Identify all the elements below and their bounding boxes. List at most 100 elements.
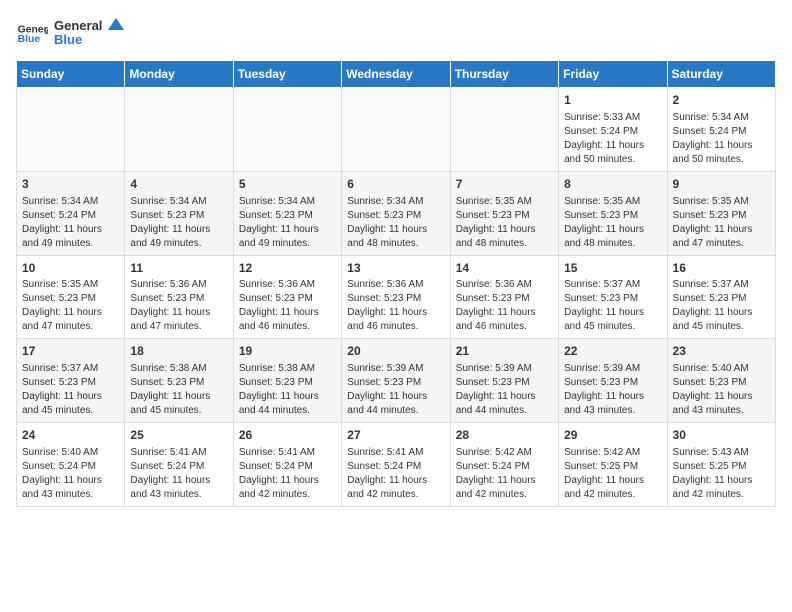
day-content: Sunrise: 5:37 AM Sunset: 5:23 PM Dayligh…	[564, 278, 661, 334]
logo: General Blue General Blue	[16, 16, 124, 52]
calendar-cell: 26 Sunrise: 5:41 AM Sunset: 5:24 PM Dayli…	[233, 423, 341, 507]
day-number: 7	[456, 176, 553, 193]
day-number: 24	[22, 427, 119, 444]
day-content: Sunrise: 5:35 AM Sunset: 5:23 PM Dayligh…	[456, 195, 553, 251]
weekday-header-monday: Monday	[125, 61, 233, 88]
day-number: 25	[130, 427, 227, 444]
day-number: 17	[22, 343, 119, 360]
calendar-cell: 21 Sunrise: 5:39 AM Sunset: 5:23 PM Dayli…	[450, 339, 558, 423]
day-number: 29	[564, 427, 661, 444]
day-number: 15	[564, 260, 661, 277]
day-number: 19	[239, 343, 336, 360]
calendar-cell: 7 Sunrise: 5:35 AM Sunset: 5:23 PM Daylig…	[450, 171, 558, 255]
calendar-cell: 19 Sunrise: 5:38 AM Sunset: 5:23 PM Dayli…	[233, 339, 341, 423]
weekday-header-friday: Friday	[559, 61, 667, 88]
day-content: Sunrise: 5:43 AM Sunset: 5:25 PM Dayligh…	[673, 446, 770, 502]
calendar-cell: 25 Sunrise: 5:41 AM Sunset: 5:24 PM Dayli…	[125, 423, 233, 507]
calendar-week-row: 24 Sunrise: 5:40 AM Sunset: 5:24 PM Dayli…	[17, 423, 776, 507]
logo-icon: General Blue	[16, 18, 48, 50]
day-number: 23	[673, 343, 770, 360]
day-content: Sunrise: 5:34 AM Sunset: 5:24 PM Dayligh…	[673, 111, 770, 167]
day-content: Sunrise: 5:36 AM Sunset: 5:23 PM Dayligh…	[130, 278, 227, 334]
day-content: Sunrise: 5:36 AM Sunset: 5:23 PM Dayligh…	[456, 278, 553, 334]
day-number: 30	[673, 427, 770, 444]
calendar-week-row: 17 Sunrise: 5:37 AM Sunset: 5:23 PM Dayli…	[17, 339, 776, 423]
day-number: 18	[130, 343, 227, 360]
day-content: Sunrise: 5:35 AM Sunset: 5:23 PM Dayligh…	[22, 278, 119, 334]
day-content: Sunrise: 5:39 AM Sunset: 5:23 PM Dayligh…	[347, 362, 444, 418]
day-content: Sunrise: 5:39 AM Sunset: 5:23 PM Dayligh…	[564, 362, 661, 418]
day-content: Sunrise: 5:34 AM Sunset: 5:24 PM Dayligh…	[22, 195, 119, 251]
day-number: 1	[564, 92, 661, 109]
calendar-cell: 13Sunrise: 5:36 AM Sunset: 5:23 PM Dayli…	[342, 255, 450, 339]
day-content: Sunrise: 5:37 AM Sunset: 5:23 PM Dayligh…	[22, 362, 119, 418]
calendar-cell: 1 Sunrise: 5:33 AM Sunset: 5:24 PM Daylig…	[559, 88, 667, 172]
day-number: 9	[673, 176, 770, 193]
weekday-header-thursday: Thursday	[450, 61, 558, 88]
weekday-header-wednesday: Wednesday	[342, 61, 450, 88]
svg-text:Blue: Blue	[54, 32, 82, 47]
calendar-cell: 2 Sunrise: 5:34 AM Sunset: 5:24 PM Daylig…	[667, 88, 775, 172]
day-content: Sunrise: 5:33 AM Sunset: 5:24 PM Dayligh…	[564, 111, 661, 167]
calendar-cell: 23Sunrise: 5:40 AM Sunset: 5:23 PM Dayli…	[667, 339, 775, 423]
day-number: 4	[130, 176, 227, 193]
day-content: Sunrise: 5:41 AM Sunset: 5:24 PM Dayligh…	[347, 446, 444, 502]
calendar-cell: 30 Sunrise: 5:43 AM Sunset: 5:25 PM Dayli…	[667, 423, 775, 507]
day-number: 8	[564, 176, 661, 193]
day-number: 21	[456, 343, 553, 360]
day-content: Sunrise: 5:41 AM Sunset: 5:24 PM Dayligh…	[130, 446, 227, 502]
day-number: 12	[239, 260, 336, 277]
day-number: 6	[347, 176, 444, 193]
svg-text:Blue: Blue	[18, 34, 41, 45]
day-content: Sunrise: 5:38 AM Sunset: 5:23 PM Dayligh…	[130, 362, 227, 418]
logo-svg: General Blue	[54, 16, 124, 52]
calendar-cell: 16Sunrise: 5:37 AM Sunset: 5:23 PM Dayli…	[667, 255, 775, 339]
calendar-table: SundayMondayTuesdayWednesdayThursdayFrid…	[16, 60, 776, 507]
weekday-header-sunday: Sunday	[17, 61, 125, 88]
calendar-cell	[233, 88, 341, 172]
day-content: Sunrise: 5:40 AM Sunset: 5:24 PM Dayligh…	[22, 446, 119, 502]
page-header: General Blue General Blue	[16, 16, 776, 52]
calendar-cell: 3 Sunrise: 5:34 AM Sunset: 5:24 PM Daylig…	[17, 171, 125, 255]
calendar-cell: 27Sunrise: 5:41 AM Sunset: 5:24 PM Dayli…	[342, 423, 450, 507]
day-number: 3	[22, 176, 119, 193]
calendar-cell: 6Sunrise: 5:34 AM Sunset: 5:23 PM Daylig…	[342, 171, 450, 255]
calendar-cell: 11Sunrise: 5:36 AM Sunset: 5:23 PM Dayli…	[125, 255, 233, 339]
day-number: 26	[239, 427, 336, 444]
day-number: 2	[673, 92, 770, 109]
calendar-cell: 14Sunrise: 5:36 AM Sunset: 5:23 PM Dayli…	[450, 255, 558, 339]
day-number: 11	[130, 260, 227, 277]
calendar-cell: 17 Sunrise: 5:37 AM Sunset: 5:23 PM Dayli…	[17, 339, 125, 423]
day-content: Sunrise: 5:42 AM Sunset: 5:25 PM Dayligh…	[564, 446, 661, 502]
day-number: 16	[673, 260, 770, 277]
calendar-cell: 24 Sunrise: 5:40 AM Sunset: 5:24 PM Dayli…	[17, 423, 125, 507]
calendar-cell: 10Sunrise: 5:35 AM Sunset: 5:23 PM Dayli…	[17, 255, 125, 339]
day-content: Sunrise: 5:41 AM Sunset: 5:24 PM Dayligh…	[239, 446, 336, 502]
day-number: 13	[347, 260, 444, 277]
day-content: Sunrise: 5:35 AM Sunset: 5:23 PM Dayligh…	[673, 195, 770, 251]
day-number: 5	[239, 176, 336, 193]
weekday-header-saturday: Saturday	[667, 61, 775, 88]
day-content: Sunrise: 5:36 AM Sunset: 5:23 PM Dayligh…	[239, 278, 336, 334]
calendar-cell: 8Sunrise: 5:35 AM Sunset: 5:23 PM Daylig…	[559, 171, 667, 255]
calendar-cell: 4 Sunrise: 5:34 AM Sunset: 5:23 PM Daylig…	[125, 171, 233, 255]
calendar-cell	[450, 88, 558, 172]
day-content: Sunrise: 5:39 AM Sunset: 5:23 PM Dayligh…	[456, 362, 553, 418]
calendar-cell	[125, 88, 233, 172]
calendar-cell: 9 Sunrise: 5:35 AM Sunset: 5:23 PM Daylig…	[667, 171, 775, 255]
day-content: Sunrise: 5:38 AM Sunset: 5:23 PM Dayligh…	[239, 362, 336, 418]
calendar-cell: 5 Sunrise: 5:34 AM Sunset: 5:23 PM Daylig…	[233, 171, 341, 255]
day-content: Sunrise: 5:36 AM Sunset: 5:23 PM Dayligh…	[347, 278, 444, 334]
day-content: Sunrise: 5:34 AM Sunset: 5:23 PM Dayligh…	[130, 195, 227, 251]
day-number: 20	[347, 343, 444, 360]
svg-text:General: General	[54, 18, 102, 33]
day-content: Sunrise: 5:37 AM Sunset: 5:23 PM Dayligh…	[673, 278, 770, 334]
calendar-week-row: 1 Sunrise: 5:33 AM Sunset: 5:24 PM Daylig…	[17, 88, 776, 172]
calendar-cell	[342, 88, 450, 172]
calendar-header-row: SundayMondayTuesdayWednesdayThursdayFrid…	[17, 61, 776, 88]
calendar-cell: 28Sunrise: 5:42 AM Sunset: 5:24 PM Dayli…	[450, 423, 558, 507]
calendar-cell: 12Sunrise: 5:36 AM Sunset: 5:23 PM Dayli…	[233, 255, 341, 339]
calendar-week-row: 3 Sunrise: 5:34 AM Sunset: 5:24 PM Daylig…	[17, 171, 776, 255]
calendar-week-row: 10Sunrise: 5:35 AM Sunset: 5:23 PM Dayli…	[17, 255, 776, 339]
day-content: Sunrise: 5:34 AM Sunset: 5:23 PM Dayligh…	[239, 195, 336, 251]
